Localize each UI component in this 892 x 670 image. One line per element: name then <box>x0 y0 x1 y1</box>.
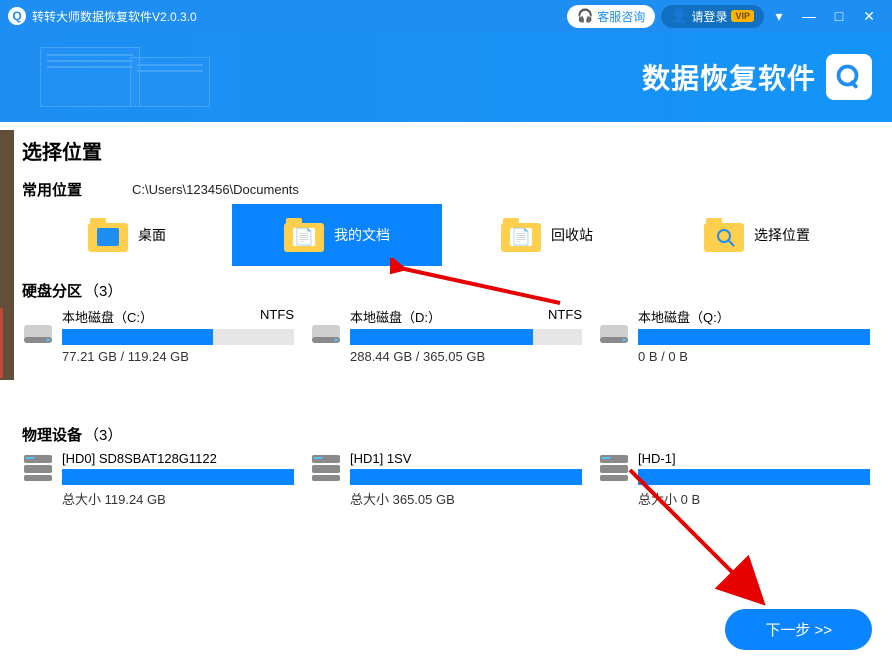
login-label: 请登录 <box>691 8 727 25</box>
page-title: 选择位置 <box>22 136 870 165</box>
location-label: 我的文档 <box>334 225 390 245</box>
partitions-label: 硬盘分区 <box>22 280 82 301</box>
customer-service-label: 客服咨询 <box>597 8 645 25</box>
partition-title: 本地磁盘（Q:） <box>638 307 730 326</box>
devices-row: [HD0] SD8SBAT128G1122 总大小 119.24 GB [HD1… <box>22 451 870 508</box>
customer-service-button[interactable]: 🎧 客服咨询 <box>567 5 655 28</box>
location-label: 桌面 <box>138 225 166 245</box>
devices-label: 物理设备 <box>22 424 82 445</box>
minimize-button[interactable]: — <box>794 8 824 24</box>
user-icon: 👤 <box>671 8 687 24</box>
folder-icon: 📄 <box>501 218 541 252</box>
location-desktop[interactable]: 桌面 <box>22 204 232 266</box>
close-button[interactable]: ✕ <box>854 8 884 25</box>
partition-d[interactable]: 本地磁盘（D:） NTFS 288.44 GB / 365.05 GB <box>310 307 582 364</box>
hdd-icon <box>22 453 54 483</box>
device-bar <box>350 469 582 485</box>
banner: 数据恢复软件 <box>0 32 892 122</box>
device-bar <box>62 469 294 485</box>
device-hd0[interactable]: [HD0] SD8SBAT128G1122 总大小 119.24 GB <box>22 451 294 508</box>
common-locations-header: 常用位置 C:\Users\123456\Documents <box>22 179 870 200</box>
location-recycle-bin[interactable]: 📄 回收站 <box>442 204 652 266</box>
hdd-icon <box>310 453 342 483</box>
locations-row: 桌面 📄 我的文档 📄 回收站 选择位置 <box>22 204 870 266</box>
device-hd1[interactable]: [HD1] 1SV 总大小 365.05 GB <box>310 451 582 508</box>
partition-q[interactable]: 本地磁盘（Q:） 0 B / 0 B <box>598 307 870 364</box>
disk-icon <box>310 319 342 349</box>
partition-title: 本地磁盘（D:） <box>350 307 441 326</box>
folder-icon <box>88 218 128 252</box>
location-choose[interactable]: 选择位置 <box>652 204 862 266</box>
device-bar <box>638 469 870 485</box>
hdd-icon <box>598 453 630 483</box>
devices-count: （3） <box>84 424 122 445</box>
partition-capacity: 288.44 GB / 365.05 GB <box>350 349 582 364</box>
vip-badge: VIP <box>731 10 754 22</box>
device-capacity: 总大小 365.05 GB <box>350 489 582 508</box>
dropdown-button[interactable]: ▾ <box>764 8 794 25</box>
device-capacity: 总大小 119.24 GB <box>62 489 294 508</box>
app-logo-icon: Q <box>8 7 26 25</box>
usage-bar <box>62 329 294 345</box>
next-button[interactable]: 下一步 >> <box>725 609 872 650</box>
location-label: 选择位置 <box>754 225 810 245</box>
disk-icon <box>22 319 54 349</box>
location-my-documents[interactable]: 📄 我的文档 <box>232 204 442 266</box>
partition-c[interactable]: 本地磁盘（C:） NTFS 77.21 GB / 119.24 GB <box>22 307 294 364</box>
partition-fs: NTFS <box>548 307 582 326</box>
partitions-row: 本地磁盘（C:） NTFS 77.21 GB / 119.24 GB 本地磁盘（D… <box>22 307 870 364</box>
common-locations-label: 常用位置 <box>22 179 132 200</box>
main-content: 选择位置 常用位置 C:\Users\123456\Documents 桌面 📄… <box>0 122 892 670</box>
banner-decoration <box>40 42 220 112</box>
usage-bar <box>350 329 582 345</box>
device-hd-1[interactable]: [HD-1] 总大小 0 B <box>598 451 870 508</box>
devices-header: 物理设备 （3） <box>22 424 870 445</box>
headset-icon: 🎧 <box>577 8 593 24</box>
partition-capacity: 0 B / 0 B <box>638 349 870 364</box>
banner-app-icon <box>826 54 872 100</box>
maximize-button[interactable]: □ <box>824 8 854 24</box>
folder-icon: 📄 <box>284 218 324 252</box>
location-label: 回收站 <box>551 225 593 245</box>
device-name: [HD1] 1SV <box>350 451 582 466</box>
partitions-header: 硬盘分区 （3） <box>22 280 870 301</box>
partitions-count: （3） <box>84 280 122 301</box>
login-button[interactable]: 👤 请登录 VIP <box>661 5 764 28</box>
folder-search-icon <box>704 218 744 252</box>
device-name: [HD-1] <box>638 451 870 466</box>
partition-title: 本地磁盘（C:） <box>62 307 153 326</box>
titlebar: Q 转转大师数据恢复软件V2.0.3.0 🎧 客服咨询 👤 请登录 VIP ▾ … <box>0 0 892 32</box>
device-name: [HD0] SD8SBAT128G1122 <box>62 451 294 466</box>
partition-fs: NTFS <box>260 307 294 326</box>
banner-title: 数据恢复软件 <box>642 57 816 97</box>
usage-bar <box>638 329 870 345</box>
app-title: 转转大师数据恢复软件V2.0.3.0 <box>32 8 197 25</box>
selected-path: C:\Users\123456\Documents <box>132 182 299 197</box>
disk-icon <box>598 319 630 349</box>
device-capacity: 总大小 0 B <box>638 489 870 508</box>
partition-capacity: 77.21 GB / 119.24 GB <box>62 349 294 364</box>
